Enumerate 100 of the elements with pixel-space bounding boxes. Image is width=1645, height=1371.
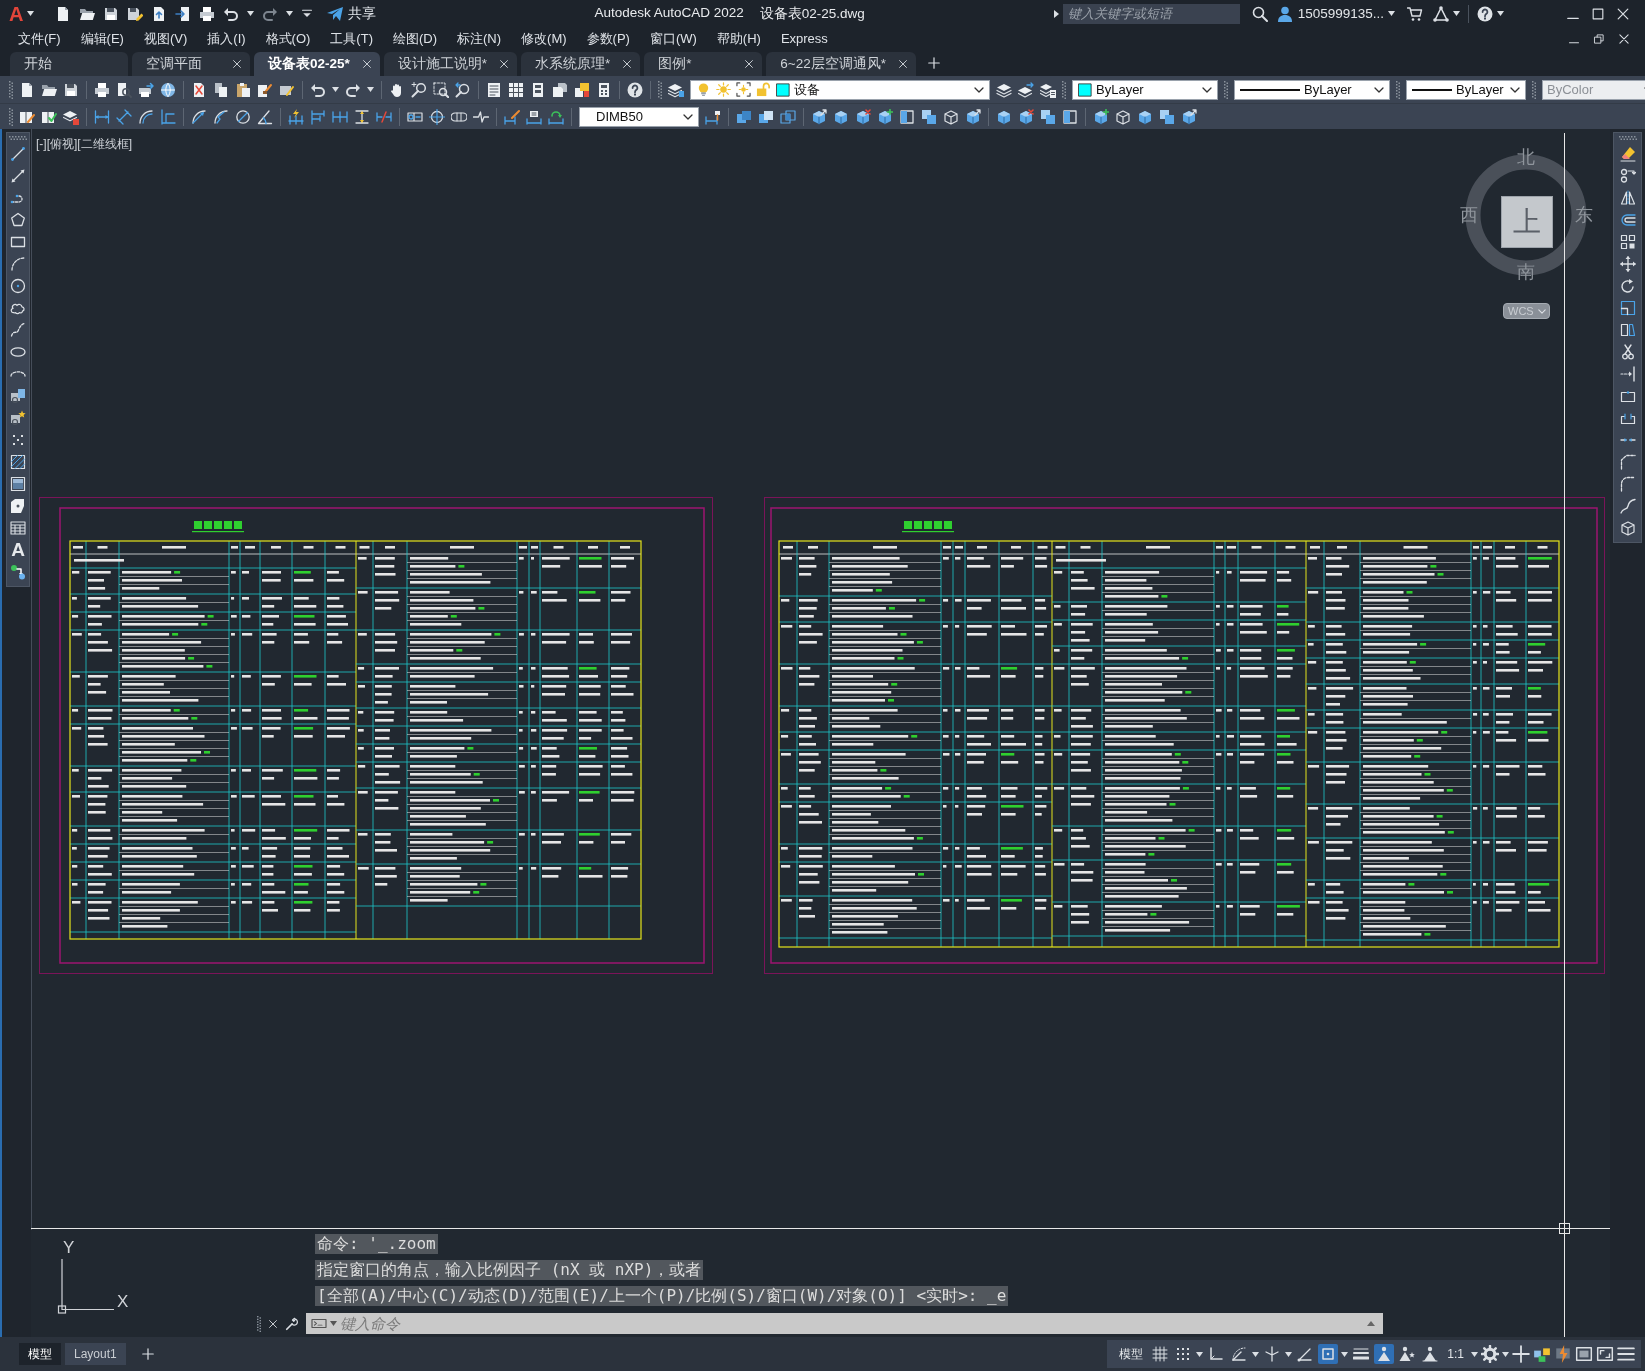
chevron-down-icon[interactable] [1374,86,1384,93]
menu-item[interactable]: 标注(N) [448,27,511,50]
help-icon[interactable] [1477,5,1493,22]
lineweight-dropdown[interactable]: ByLayer [1406,79,1526,100]
caret-up-icon[interactable] [1367,1321,1375,1326]
file-tab[interactable]: 空调平面 [132,52,250,76]
caret-icon[interactable] [1388,11,1395,16]
chevron-down-icon[interactable] [1510,86,1520,93]
zoom-window-icon[interactable] [433,81,449,98]
cube-cross-icon[interactable] [1018,108,1034,125]
cube-plus-icon[interactable] [1093,108,1109,125]
scissors-icon[interactable] [1619,344,1636,360]
print-preview-icon[interactable] [116,81,132,98]
baseline-dimension-icon[interactable] [310,108,326,125]
array-icon[interactable] [1619,234,1636,250]
colored-squares-icon[interactable] [1533,1345,1551,1363]
overlapping-squares-icon[interactable] [921,108,937,125]
viewport-label[interactable]: [-][俯视][二维线框] [36,136,132,153]
annotation-scale-button[interactable]: 1:1 [1443,1347,1468,1361]
quick-dimension-icon[interactable] [288,108,304,125]
layout-tab[interactable]: 模型 [19,1343,61,1365]
center-mark-icon[interactable] [429,108,445,125]
redo-icon[interactable] [345,81,361,98]
file-tab[interactable]: 开始 [10,52,128,76]
close-icon[interactable] [898,59,908,69]
copy-icon[interactable] [213,81,229,98]
spline-icon[interactable] [10,322,26,338]
insert-block-icon[interactable] [10,388,26,404]
menu-item[interactable]: 视图(V) [134,27,197,50]
save-as-icon[interactable] [127,5,144,22]
file-tab[interactable]: 6~22层空调通风* [766,52,916,76]
chevron-down-icon[interactable] [974,86,984,93]
printer-arrow-icon[interactable] [138,81,154,98]
color-swatch-icon[interactable] [776,82,790,97]
menu-icon[interactable] [1617,1345,1635,1363]
globe-icon[interactable] [160,81,176,98]
linetype-dropdown[interactable]: ByLayer [1234,79,1390,100]
model-space-button[interactable]: 模型 [1115,1345,1148,1363]
circle-icon[interactable] [10,278,26,294]
menu-item[interactable]: 编辑(E) [71,27,133,50]
layer-arrow-icon[interactable] [1018,81,1034,98]
caret-icon[interactable] [27,11,35,16]
maximize-icon[interactable] [1591,6,1605,21]
make-block-icon[interactable] [10,410,26,426]
caret-icon[interactable] [332,87,339,92]
file-tab[interactable]: 设备表02-25* [254,52,380,76]
text-tool-button[interactable]: A [9,542,27,558]
help-icon[interactable] [627,81,643,98]
half-filled-square-icon[interactable] [899,108,915,125]
user-name[interactable]: 1505999135... [1297,6,1384,21]
angular-dimension-icon[interactable] [257,108,273,125]
cube-arrow-icon[interactable] [811,108,827,125]
search-field[interactable]: 键入关键字或短语 [1062,3,1240,24]
page-brush-icon[interactable] [257,81,273,98]
eraser-icon[interactable] [1619,146,1636,162]
grid-panel-icon[interactable] [508,81,524,98]
close-icon[interactable] [622,59,633,69]
aligned-dimension-icon[interactable] [116,108,132,125]
close-icon[interactable] [232,59,242,69]
menu-item[interactable]: 工具(T) [321,27,382,50]
plus-icon[interactable] [1512,1345,1530,1363]
cart-icon[interactable] [1407,5,1423,22]
cube-arrow-icon[interactable] [965,108,981,125]
sheet-set-icon[interactable] [552,81,568,98]
close-icon[interactable] [1618,32,1630,45]
pentagon-icon[interactable] [10,212,26,228]
chevron-down-icon[interactable] [683,113,693,120]
menu-item[interactable]: 绘图(D) [383,27,446,50]
copy-objects-icon[interactable] [1619,168,1636,184]
half-filled-square-icon[interactable] [1062,108,1078,125]
double-arrow-line-icon[interactable] [10,168,26,184]
object-snap-icon[interactable] [1318,1344,1339,1364]
blend-curve-icon[interactable] [1619,498,1636,514]
overlapping-squares-icon[interactable] [1159,108,1175,125]
file-tab[interactable]: 水系统原理* [521,52,641,76]
menu-item[interactable]: 参数(P) [577,27,639,50]
wrench-icon[interactable] [285,1316,299,1331]
cube-cross-icon[interactable] [855,108,871,125]
paper-plane-icon[interactable] [327,5,344,22]
triangle-arrow-icon[interactable] [1053,9,1059,18]
triangle-nodes-icon[interactable] [1433,5,1449,22]
cube-icon[interactable] [833,108,849,125]
layer-page-icon[interactable] [1040,81,1056,98]
restore-icon[interactable] [1593,32,1605,45]
cube-outline-icon[interactable] [1115,108,1131,125]
printer-icon[interactable] [199,5,216,22]
tool-palette-icon[interactable] [530,81,546,98]
redo-icon[interactable] [262,5,279,22]
calculator-icon[interactable] [596,81,612,98]
triangle-figure-icon[interactable] [1374,1344,1395,1364]
diameter-dimension-icon[interactable] [235,108,251,125]
plus-icon[interactable] [141,1348,154,1360]
close-icon[interactable] [268,1318,278,1329]
save-icon[interactable] [103,5,120,22]
caret-icon[interactable] [1252,1351,1260,1357]
settings-icon[interactable] [1481,1345,1499,1363]
caret-icon[interactable] [367,87,374,92]
view-cube-face[interactable]: 上 [1501,196,1553,248]
layer-dropdown[interactable]: 设备 [690,79,990,100]
printer-icon[interactable] [94,81,110,98]
